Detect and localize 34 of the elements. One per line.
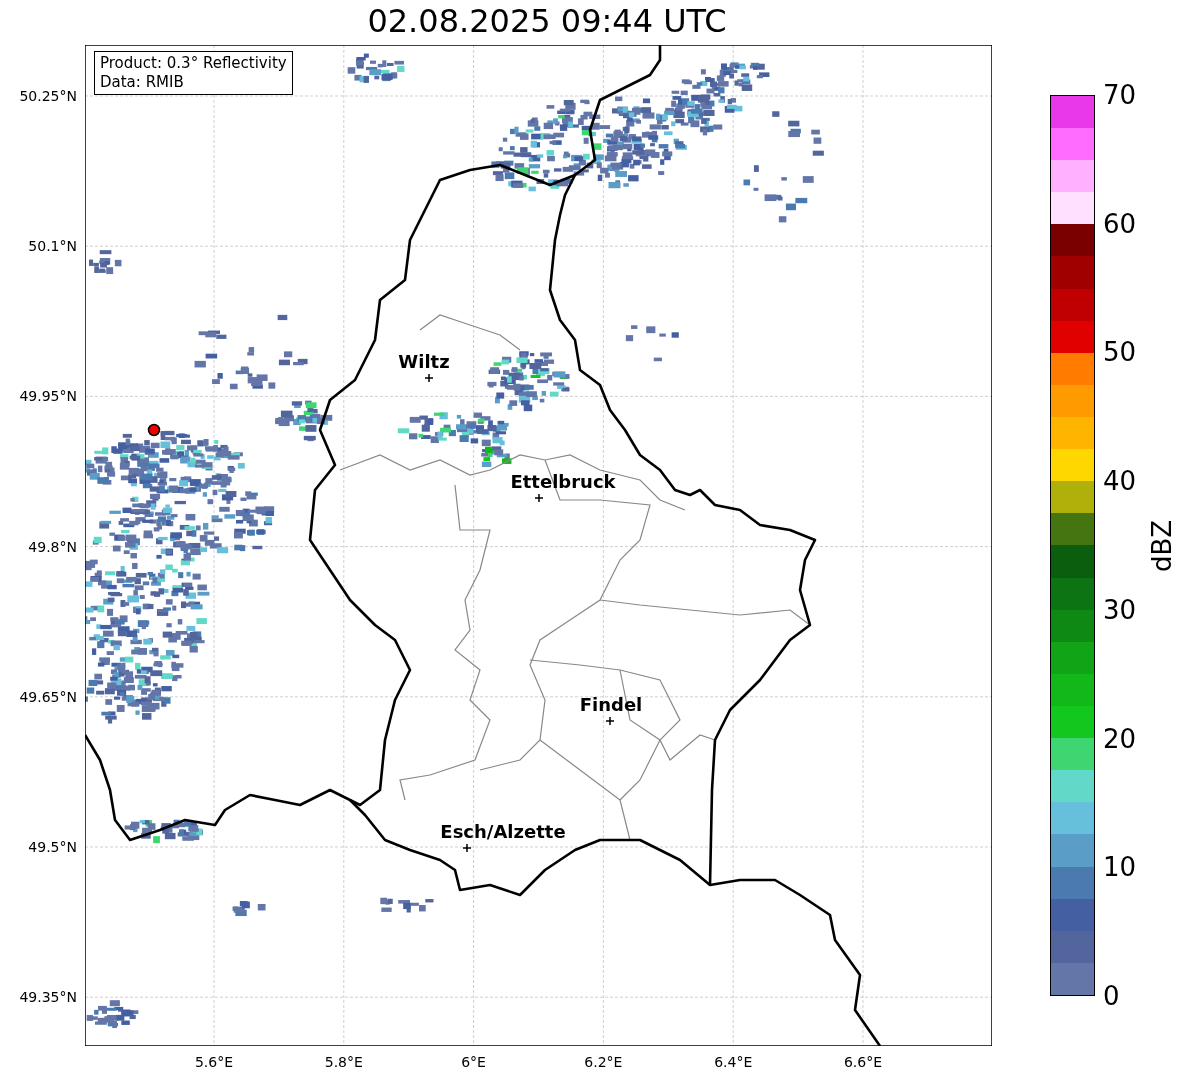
colorbar-tick-label: 40: [1103, 466, 1137, 497]
city-label: Esch/Alzette: [440, 821, 566, 842]
city-label: Ettelbruck: [510, 471, 616, 492]
note-text: Data: RMIB: [100, 73, 185, 92]
colorbar-tick-label: 60: [1103, 208, 1137, 239]
latitude-label: 50.25°N: [19, 88, 77, 104]
longitude-label: 5.6°E: [194, 1054, 234, 1070]
colorbar-tick-label: 10: [1103, 852, 1137, 883]
latitude-label: 49.8°N: [28, 538, 77, 555]
colorbar-tick-label: 50: [1103, 337, 1137, 368]
city-marker-icon: [424, 373, 434, 383]
city-marker-icon: [462, 843, 472, 853]
city-marker-icon: [534, 493, 544, 503]
latitude-label: 49.35°N: [19, 989, 77, 1006]
latitude-label: 49.5°N: [28, 839, 77, 855]
longitude-label: 6.6°E: [843, 1054, 883, 1070]
longitude-label: 6.2°E: [584, 1054, 623, 1070]
city-label: Findel: [579, 694, 643, 715]
longitude-label: 5.8°E: [324, 1054, 363, 1070]
city-label: Wiltz: [398, 351, 450, 372]
latitude-label: 49.65°N: [19, 688, 77, 705]
colorbar-tick-label: 0: [1103, 981, 1120, 1011]
colorbar-tick-label: 30: [1103, 594, 1137, 625]
latitude-label: 50.1°N: [28, 238, 77, 255]
longitude-label: 6.4°E: [714, 1054, 753, 1070]
radar-site-icon: [147, 423, 161, 437]
city-marker-icon: [605, 716, 615, 726]
note-text: Product: 0.3° Reflectivity: [100, 54, 287, 73]
latitude-label: 49.95°N: [19, 388, 77, 405]
longitude-label: 6°E: [461, 1054, 486, 1070]
colorbar-tick-label: 70: [1103, 80, 1137, 110]
colorbar-label: dBZ: [1147, 519, 1177, 572]
colorbar-tick-label: 20: [1103, 723, 1137, 754]
chart-title: 02.08.2025 09:44 UTC: [367, 1, 727, 40]
